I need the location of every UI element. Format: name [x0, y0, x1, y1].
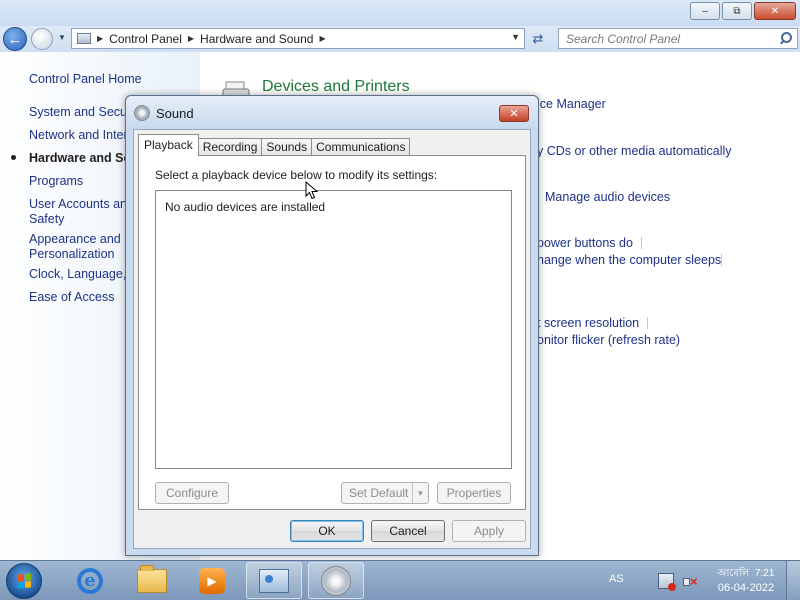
volume-muted-icon[interactable] — [682, 573, 698, 589]
sound-dialog: Sound ✕ Playback Recording Sounds Commun… — [125, 95, 539, 556]
link-separator — [641, 237, 642, 249]
playback-tab-panel: Select a playback device below to modify… — [138, 155, 526, 510]
refresh-icon: ⇄ — [532, 31, 544, 46]
control-panel-icon — [77, 33, 91, 44]
sidebar-item-system-and-security[interactable]: System and Securi — [29, 105, 134, 120]
refresh-button[interactable]: ⇄ — [527, 29, 549, 49]
taskbar: e ▶ AS আবেলি 7:21 06-04-2022 — [0, 560, 800, 600]
sidebar-item-ease-of-access[interactable]: Ease of Access — [29, 290, 114, 305]
cancel-button[interactable]: Cancel — [371, 520, 445, 542]
search-icon[interactable] — [778, 31, 794, 47]
tab-recording[interactable]: Recording — [197, 138, 263, 156]
set-default-dropdown-icon[interactable]: ▼ — [412, 483, 428, 503]
taskbar-control-panel[interactable] — [246, 562, 302, 599]
minimize-button[interactable]: – — [690, 2, 720, 20]
breadcrumb-separator-icon[interactable]: ▶ — [319, 34, 325, 43]
clock-date: 06-04-2022 — [717, 582, 775, 594]
taskbar-media-player[interactable]: ▶ — [184, 562, 240, 599]
control-panel-icon — [259, 568, 289, 593]
sidebar-item-appearance-line2[interactable]: Personalization — [29, 247, 114, 262]
link-screen-resolution[interactable]: t screen resolution — [537, 316, 639, 330]
link-separator — [721, 254, 722, 266]
set-default-label: Set Default — [349, 486, 409, 500]
mouse-cursor-icon — [305, 181, 319, 200]
dialog-titlebar[interactable]: Sound ✕ — [126, 96, 538, 128]
configure-button[interactable]: Configure — [155, 482, 229, 504]
system-clock[interactable]: আবেলি 7:21 06-04-2022 — [712, 566, 780, 596]
recent-pages-dropdown[interactable]: ▼ — [58, 33, 66, 42]
address-dropdown-icon[interactable]: ▼ — [511, 32, 520, 42]
link-computer-sleeps[interactable]: hange when the computer sleeps — [537, 253, 721, 267]
sidebar-home-link[interactable]: Control Panel Home — [29, 72, 142, 87]
tab-playback[interactable]: Playback — [138, 134, 199, 156]
apply-button[interactable]: Apply — [452, 520, 526, 542]
playback-instruction: Select a playback device below to modify… — [155, 168, 438, 182]
link-autoplay[interactable]: y CDs or other media automatically — [537, 144, 732, 158]
sidebar-item-user-accounts-line2[interactable]: Safety — [29, 212, 64, 227]
action-center-flag-icon[interactable] — [658, 573, 676, 591]
tab-strip: Playback Recording Sounds Communications — [138, 134, 411, 156]
breadcrumb-control-panel[interactable]: Control Panel — [109, 32, 182, 46]
category-title-devices-and-printers[interactable]: Devices and Printers — [262, 78, 410, 96]
sidebar-item-appearance[interactable]: Appearance and — [29, 232, 121, 247]
clock-day: আবেলি — [717, 568, 750, 579]
taskbar-windows-explorer[interactable] — [124, 562, 180, 599]
link-monitor-flicker[interactable]: onitor flicker (refresh rate) — [537, 333, 680, 347]
search-input[interactable]: Search Control Panel — [558, 28, 798, 49]
set-default-button[interactable]: Set Default ▼ — [341, 482, 429, 504]
back-button[interactable]: ← — [3, 27, 27, 51]
language-indicator[interactable]: AS — [609, 573, 624, 585]
clock-time: 7:21 — [754, 568, 775, 579]
forward-button[interactable] — [31, 28, 53, 50]
sidebar-item-hardware-and-sound[interactable]: Hardware and So — [29, 151, 131, 166]
windows-explorer-icon — [137, 564, 167, 593]
breadcrumb-hardware-and-sound[interactable]: Hardware and Sound — [200, 32, 313, 46]
dialog-body: Playback Recording Sounds Communications… — [133, 129, 531, 549]
breadcrumb-separator-icon[interactable]: ▶ — [97, 34, 103, 43]
dialog-title: Sound — [156, 106, 194, 121]
sound-icon — [321, 565, 351, 596]
ok-button[interactable]: OK — [290, 520, 364, 542]
breadcrumb-separator-icon[interactable]: ▶ — [188, 34, 194, 43]
show-desktop-button[interactable] — [786, 561, 800, 600]
windows-logo-icon — [17, 573, 31, 589]
sidebar-item-network[interactable]: Network and Inter — [29, 128, 128, 143]
address-bar[interactable]: ▶ Control Panel ▶ Hardware and Sound ▶ ▼ — [71, 28, 525, 49]
playback-device-list[interactable]: No audio devices are installed — [155, 190, 512, 469]
dialog-close-button[interactable]: ✕ — [499, 105, 529, 122]
caption-buttons: – ⧉ ✕ — [690, 2, 796, 20]
taskbar-internet-explorer[interactable]: e — [62, 562, 118, 599]
search-placeholder: Search Control Panel — [566, 31, 681, 46]
active-item-bullet-icon — [11, 155, 16, 160]
tab-sounds[interactable]: Sounds — [261, 138, 313, 156]
sidebar-item-clock-language[interactable]: Clock, Language, a — [29, 267, 137, 282]
tab-communications[interactable]: Communications — [311, 138, 411, 156]
sidebar-item-user-accounts[interactable]: User Accounts and — [29, 197, 134, 212]
start-button[interactable] — [6, 563, 42, 599]
navigation-bar: ← ▼ ▶ Control Panel ▶ Hardware and Sound… — [0, 26, 800, 52]
close-button[interactable]: ✕ — [754, 2, 796, 20]
media-player-icon: ▶ — [199, 567, 225, 594]
speaker-icon — [134, 105, 150, 121]
maximize-button[interactable]: ⧉ — [722, 2, 752, 20]
internet-explorer-icon: e — [77, 567, 103, 594]
back-arrow-icon: ← — [7, 30, 23, 48]
empty-device-message: No audio devices are installed — [165, 200, 326, 214]
link-manage-audio-devices[interactable]: Manage audio devices — [545, 190, 670, 204]
properties-button[interactable]: Properties — [437, 482, 511, 504]
link-power-buttons[interactable]: power buttons do — [537, 236, 633, 250]
link-separator — [647, 317, 648, 329]
sidebar-item-programs[interactable]: Programs — [29, 174, 83, 189]
link-device-manager[interactable]: ice Manager — [537, 97, 606, 111]
taskbar-sound[interactable] — [308, 562, 364, 599]
window-titlebar: – ⧉ ✕ — [0, 0, 800, 26]
